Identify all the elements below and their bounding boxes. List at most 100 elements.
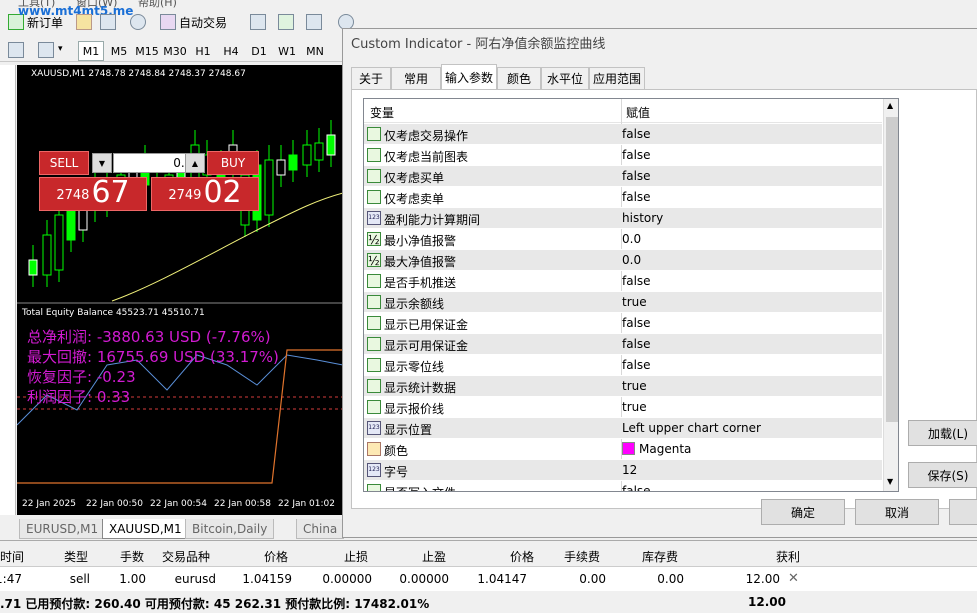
column-header[interactable]: 类型	[64, 548, 88, 565]
buy-price-box[interactable]: 2749 02	[151, 177, 259, 211]
save-button[interactable]: 保存(S)	[908, 462, 977, 488]
param-row[interactable]: 显示报价线 true	[364, 397, 882, 418]
param-name: 最大净值报警	[384, 255, 457, 269]
bool-icon	[367, 127, 381, 141]
param-value[interactable]: false	[622, 169, 651, 183]
timeframe-d1[interactable]: D1	[246, 41, 272, 61]
chart-tab[interactable]: EURUSD,M1	[19, 519, 106, 539]
tab-0[interactable]: 关于	[351, 67, 391, 89]
column-header[interactable]: 价格	[264, 548, 288, 565]
param-value[interactable]: 0.0	[622, 232, 641, 246]
param-row[interactable]: 123 显示位置 Left upper chart corner	[364, 418, 882, 439]
scroll-up-icon[interactable]: ▲	[887, 101, 893, 110]
lot-increase-button[interactable]: ▲	[185, 153, 205, 173]
timeframe-h4[interactable]: H4	[218, 41, 244, 61]
load-button[interactable]: 加载(L)	[908, 420, 977, 446]
tab-4[interactable]: 水平位	[541, 67, 589, 89]
param-value[interactable]: 12	[622, 463, 637, 477]
timeframe-mn[interactable]: MN	[302, 41, 328, 61]
param-row[interactable]: ½ 最大净值报警 0.0	[364, 250, 882, 271]
tab-5[interactable]: 应用范围	[589, 67, 645, 89]
param-row[interactable]: 仅考虑卖单 false	[364, 187, 882, 208]
param-value[interactable]: 0.0	[622, 253, 641, 267]
crosshair-icon[interactable]	[8, 42, 24, 58]
param-value[interactable]: false	[622, 358, 651, 372]
objects-icon[interactable]	[38, 42, 54, 58]
column-header[interactable]: 价格	[510, 548, 534, 565]
param-row[interactable]: 显示已用保证金 false	[364, 313, 882, 334]
param-row[interactable]: 显示统计数据 true	[364, 376, 882, 397]
param-value[interactable]: Magenta	[622, 442, 691, 456]
bool-icon	[367, 358, 381, 372]
candle-body	[28, 259, 38, 276]
param-value[interactable]: false	[622, 337, 651, 351]
timeframe-m15[interactable]: M15	[134, 41, 160, 61]
param-value[interactable]: history	[622, 211, 663, 225]
cancel-button[interactable]: 取消	[855, 499, 939, 525]
column-header[interactable]: 止盈	[422, 548, 446, 565]
timeframe-m1[interactable]: M1	[78, 41, 104, 61]
column-header[interactable]: 手数	[120, 548, 144, 565]
column-header[interactable]: 止损	[344, 548, 368, 565]
scroll-down-icon[interactable]: ▼	[887, 477, 893, 486]
param-value[interactable]: true	[622, 295, 647, 309]
param-value[interactable]: false	[622, 484, 651, 491]
chart-tab[interactable]: Bitcoin,Daily	[185, 519, 275, 539]
tab-2[interactable]: 输入参数	[441, 64, 497, 90]
param-value[interactable]: Left upper chart corner	[622, 421, 761, 435]
param-row[interactable]: 显示余额线 true	[364, 292, 882, 313]
timeframe-w1[interactable]: W1	[274, 41, 300, 61]
param-name: 是否手机推送	[384, 276, 457, 290]
tab-3[interactable]: 颜色	[497, 67, 541, 89]
chart-tab[interactable]: XAUUSD,M1	[102, 519, 189, 539]
bool-icon	[367, 274, 381, 288]
column-header[interactable]: 交易品种	[162, 548, 210, 565]
param-value-text: false	[622, 274, 651, 288]
column-value[interactable]: 赋值	[626, 104, 650, 121]
timeframe-m30[interactable]: M30	[162, 41, 188, 61]
buy-button[interactable]: BUY	[207, 151, 259, 175]
close-order-icon[interactable]: ✕	[788, 571, 799, 586]
param-row[interactable]: 123 字号 12	[364, 460, 882, 481]
chart-window[interactable]: XAUUSD,M1 2748.78 2748.84 2748.37 2748.6…	[17, 65, 343, 515]
sell-button[interactable]: SELL	[39, 151, 89, 175]
grid-scrollbar[interactable]: ▲ ▼	[883, 99, 898, 491]
param-row[interactable]: 仅考虑交易操作 false	[364, 124, 882, 145]
sell-price-box[interactable]: 2748 67	[39, 177, 147, 211]
timeframe-h1[interactable]: H1	[190, 41, 216, 61]
column-header[interactable]: 获利	[776, 548, 800, 565]
param-value[interactable]: false	[622, 127, 651, 141]
timeframe-m5[interactable]: M5	[106, 41, 132, 61]
column-header[interactable]: 库存费	[642, 548, 678, 565]
param-name: 显示位置	[384, 423, 433, 437]
lot-decrease-button[interactable]: ▼	[92, 153, 112, 173]
param-row[interactable]: 是否写入文件 false	[364, 481, 882, 491]
param-row[interactable]: 123 盈利能力计算期间 history	[364, 208, 882, 229]
scrollbar-thumb[interactable]	[886, 117, 898, 422]
param-value[interactable]: false	[622, 274, 651, 288]
param-name: 显示零位线	[384, 360, 445, 374]
ok-button[interactable]: 确定	[761, 499, 845, 525]
tab-1[interactable]: 常用	[391, 67, 441, 89]
chevron-down-icon[interactable]: ▾	[58, 44, 63, 54]
column-header[interactable]: 时间	[0, 548, 24, 565]
param-row[interactable]: 显示零位线 false	[364, 355, 882, 376]
param-row[interactable]: ½ 最小净值报警 0.0	[364, 229, 882, 250]
param-value[interactable]: false	[622, 148, 651, 162]
param-row[interactable]: 显示可用保证金 false	[364, 334, 882, 355]
column-variable[interactable]: 变量	[370, 104, 394, 121]
param-value[interactable]: false	[622, 190, 651, 204]
param-row[interactable]: 仅考虑当前图表 false	[364, 145, 882, 166]
param-value[interactable]: true	[622, 379, 647, 393]
column-header[interactable]: 手续费	[564, 548, 600, 565]
param-value-text: history	[622, 211, 664, 225]
param-name: 显示统计数据	[384, 381, 457, 395]
chart-tab[interactable]: China	[296, 519, 345, 539]
param-row[interactable]: 颜色 Magenta	[364, 439, 882, 460]
param-value[interactable]: true	[622, 400, 647, 414]
table-row[interactable]: 1:47 sell 1.00 eurusd 1.04159 0.00000 0.00000 1…	[0, 567, 977, 591]
param-row[interactable]: 仅考虑买单 false	[364, 166, 882, 187]
reset-button[interactable]	[949, 499, 977, 525]
param-row[interactable]: 是否手机推送 false	[364, 271, 882, 292]
param-value[interactable]: false	[622, 316, 651, 330]
